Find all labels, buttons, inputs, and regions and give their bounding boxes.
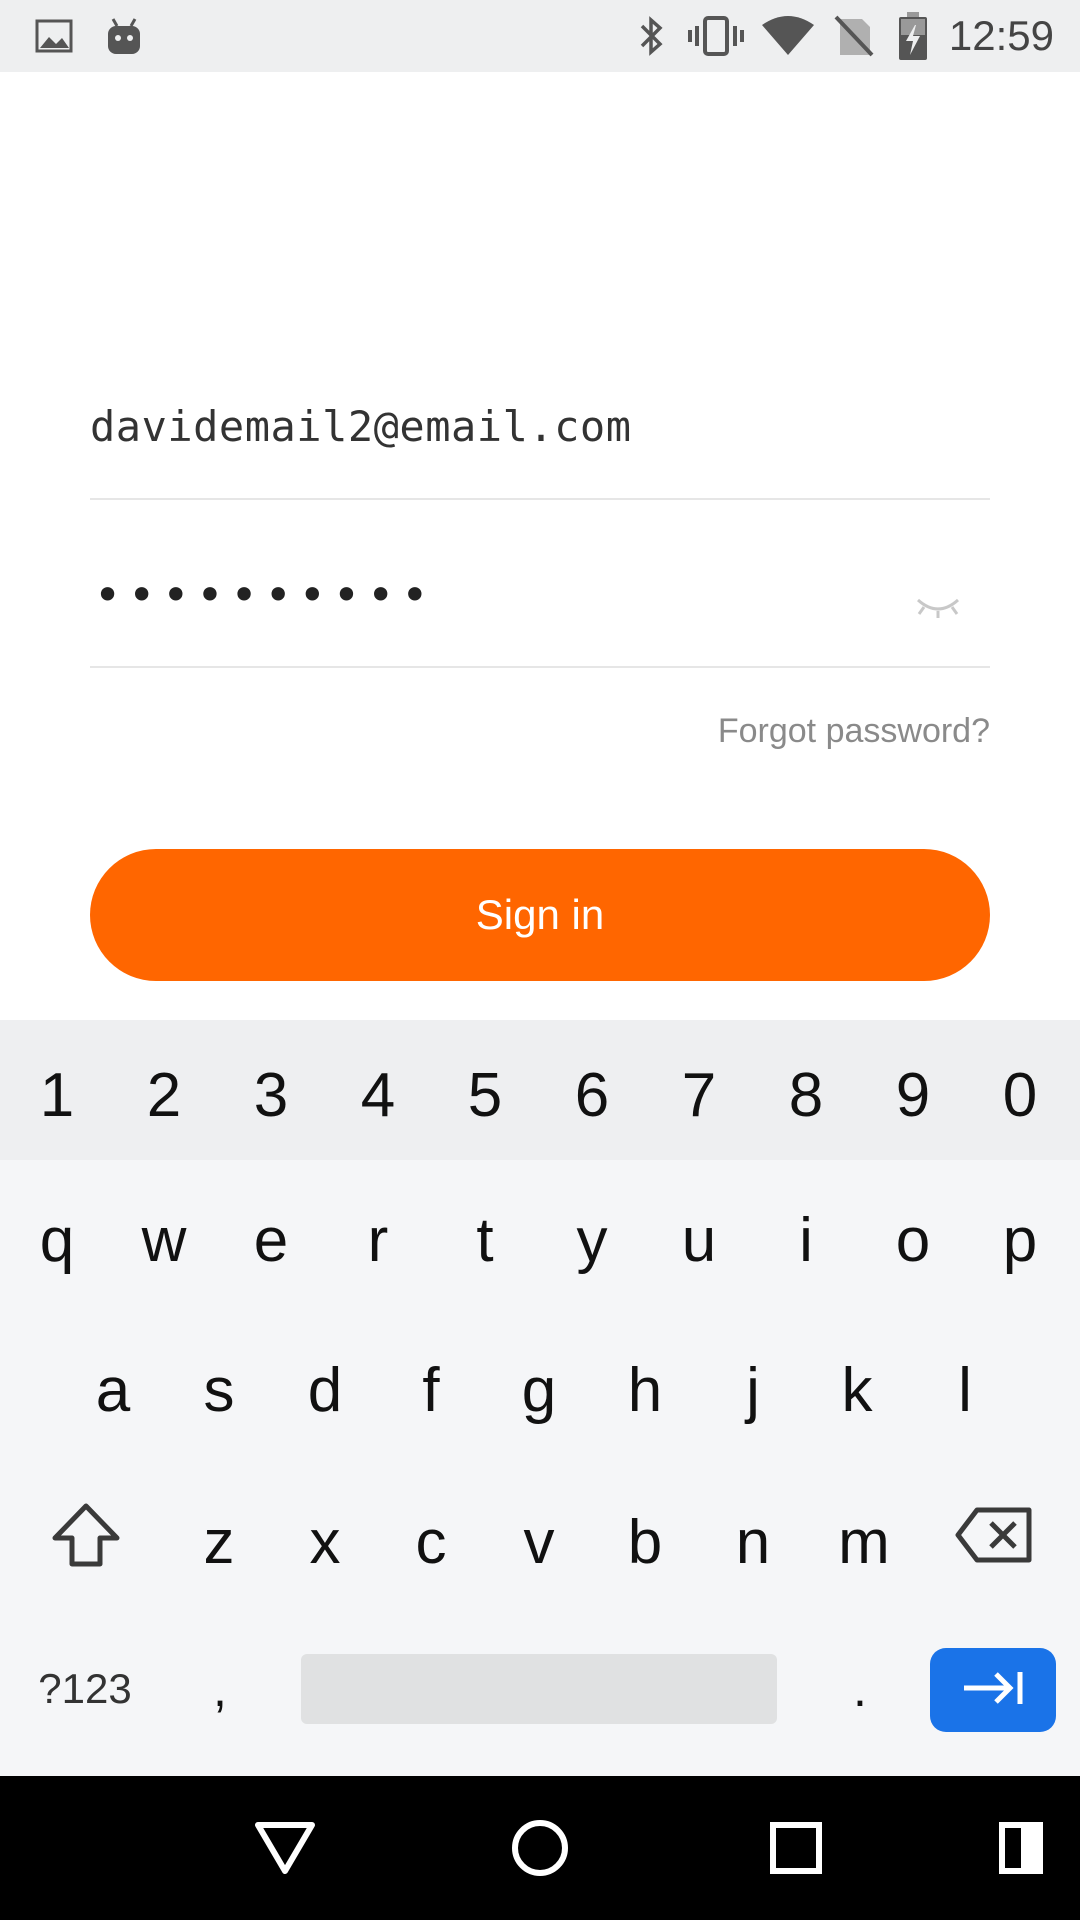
key-n[interactable]: n xyxy=(710,1482,796,1602)
key-u[interactable]: u xyxy=(656,1180,742,1300)
space-key[interactable] xyxy=(301,1654,777,1724)
key-g[interactable]: g xyxy=(496,1330,582,1450)
key-1[interactable]: 1 xyxy=(14,1040,100,1150)
status-bar: 12:59 xyxy=(0,0,1080,72)
next-key[interactable] xyxy=(930,1648,1056,1732)
key-5[interactable]: 5 xyxy=(442,1040,528,1150)
wifi-icon xyxy=(760,0,816,72)
forgot-password-link[interactable]: Forgot password? xyxy=(718,712,990,751)
vibrate-icon xyxy=(688,0,744,72)
key-k[interactable]: k xyxy=(814,1330,900,1450)
key-d[interactable]: d xyxy=(282,1330,368,1450)
bluetooth-icon xyxy=(632,0,672,72)
password-field[interactable]: •••••••••• xyxy=(90,548,990,668)
key-j[interactable]: j xyxy=(710,1330,796,1450)
key-c[interactable]: c xyxy=(388,1482,474,1602)
recents-icon[interactable] xyxy=(766,1776,826,1920)
period-key[interactable]: . xyxy=(820,1634,900,1744)
key-b[interactable]: b xyxy=(602,1482,688,1602)
sign-in-button[interactable]: Sign in xyxy=(90,849,990,981)
email-value: davidemail2@email.com xyxy=(90,402,632,451)
show-password-icon[interactable] xyxy=(914,588,962,628)
email-field[interactable]: davidemail2@email.com xyxy=(90,380,990,500)
comma-key[interactable]: , xyxy=(180,1634,260,1744)
key-w[interactable]: w xyxy=(121,1180,207,1300)
key-2[interactable]: 2 xyxy=(121,1040,207,1150)
key-p[interactable]: p xyxy=(977,1180,1063,1300)
key-3[interactable]: 3 xyxy=(228,1040,314,1150)
backspace-key[interactable] xyxy=(944,1482,1044,1602)
no-sim-icon xyxy=(832,0,876,72)
key-e[interactable]: e xyxy=(228,1180,314,1300)
key-h[interactable]: h xyxy=(602,1330,688,1450)
key-y[interactable]: y xyxy=(549,1180,635,1300)
navigation-bar xyxy=(0,1776,1080,1920)
key-o[interactable]: o xyxy=(870,1180,956,1300)
key-q[interactable]: q xyxy=(14,1180,100,1300)
key-t[interactable]: t xyxy=(442,1180,528,1300)
key-6[interactable]: 6 xyxy=(549,1040,635,1150)
image-icon xyxy=(34,0,74,72)
clock: 12:59 xyxy=(948,12,1054,59)
key-r[interactable]: r xyxy=(335,1180,421,1300)
shift-key[interactable] xyxy=(36,1482,136,1602)
key-s[interactable]: s xyxy=(176,1330,262,1450)
key-0[interactable]: 0 xyxy=(977,1040,1063,1150)
split-screen-icon[interactable] xyxy=(996,1776,1046,1920)
key-a[interactable]: a xyxy=(70,1330,156,1450)
android-icon xyxy=(104,0,144,72)
key-l[interactable]: l xyxy=(922,1330,1008,1450)
tab-next-icon xyxy=(960,1668,1026,1713)
key-9[interactable]: 9 xyxy=(870,1040,956,1150)
shift-icon xyxy=(51,1502,121,1583)
key-z[interactable]: z xyxy=(176,1482,262,1602)
key-7[interactable]: 7 xyxy=(656,1040,742,1150)
key-m[interactable]: m xyxy=(814,1482,914,1602)
backspace-icon xyxy=(955,1506,1033,1579)
symbols-key[interactable]: ?123 xyxy=(20,1634,150,1744)
key-f[interactable]: f xyxy=(388,1330,474,1450)
key-8[interactable]: 8 xyxy=(763,1040,849,1150)
home-icon[interactable] xyxy=(504,1776,576,1920)
password-value: •••••••••• xyxy=(94,568,436,622)
key-4[interactable]: 4 xyxy=(335,1040,421,1150)
key-x[interactable]: x xyxy=(282,1482,368,1602)
key-i[interactable]: i xyxy=(763,1180,849,1300)
key-v[interactable]: v xyxy=(496,1482,582,1602)
back-icon[interactable] xyxy=(250,1776,320,1920)
battery-charging-icon xyxy=(896,0,930,72)
